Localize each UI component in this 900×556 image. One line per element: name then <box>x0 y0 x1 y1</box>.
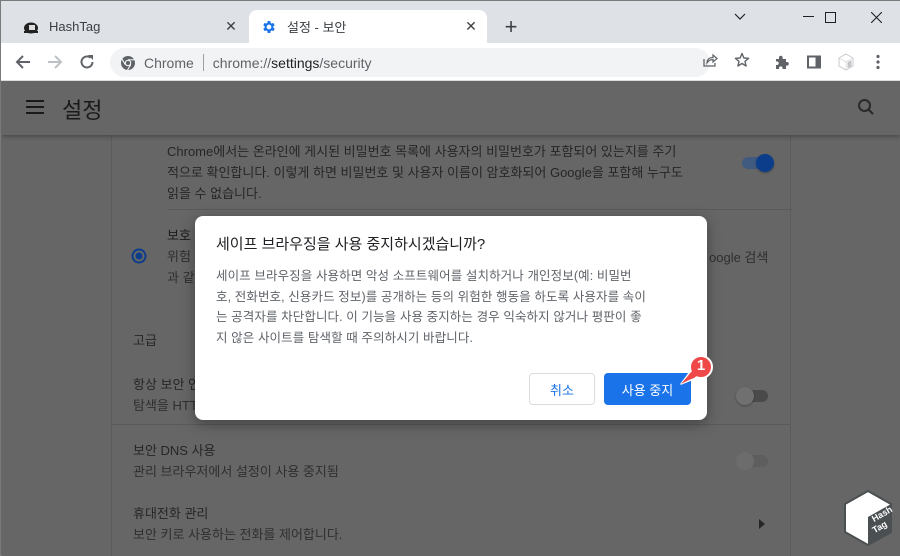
search-icon[interactable] <box>856 97 878 119</box>
url-text: chrome://settings/security <box>212 54 372 71</box>
bookmark-button[interactable] <box>730 48 754 72</box>
toggle-knob <box>736 452 754 470</box>
toggle-knob <box>736 387 754 405</box>
close-window-button[interactable] <box>853 1 899 33</box>
tab-settings-security[interactable]: 설정 - 보안 ✕ <box>249 10 487 43</box>
hamburger-menu-icon[interactable] <box>26 99 46 115</box>
settings-header: 설정 <box>2 81 900 135</box>
back-arrow-icon <box>15 55 30 69</box>
back-button[interactable] <box>9 48 37 76</box>
tab-search-button[interactable] <box>717 1 763 33</box>
dialog-body: 세이프 브라우징을 사용하면 악성 소프트웨어를 설치하거나 개인정보(예: 비… <box>216 269 646 345</box>
puzzle-icon <box>776 55 789 69</box>
chrome-logo-icon <box>121 55 135 70</box>
tab-strip: HashTag ✕ 설정 - 보안 ✕ + <box>1 1 900 43</box>
dialog-title: 세이프 브라우징을 사용 중지하시겠습니까? <box>216 236 486 253</box>
secure-dns-toggle[interactable] <box>736 452 768 470</box>
secure-dns-title: 보안 DNS 사용 <box>133 443 216 458</box>
reload-button[interactable] <box>73 48 101 76</box>
manage-phones-subtitle: 보안 키로 사용하는 전화를 제어합니다. <box>133 527 343 542</box>
advanced-section-heading: 고급 <box>133 333 157 348</box>
secure-dns-row: 보안 DNS 사용 관리 브라우저에서 설정이 사용 중지됨 <box>133 440 339 482</box>
password-check-description: Chrome에서는 온라인에 게시된 비밀번호 목록에 사용자의 비밀번호가 포… <box>167 144 683 201</box>
side-panel-icon <box>807 55 821 69</box>
tab-title: 설정 - 보안 <box>287 20 347 35</box>
password-check-toggle[interactable] <box>742 154 774 172</box>
cube-icon <box>838 53 854 71</box>
forward-arrow-icon <box>48 55 63 69</box>
manage-phones-row[interactable]: 휴대전화 관리 보안 키로 사용하는 전화를 제어합니다. <box>133 503 342 545</box>
tab-hashtag[interactable]: HashTag ✕ <box>11 10 247 43</box>
share-icon <box>703 53 718 67</box>
side-panel-button[interactable] <box>800 48 828 76</box>
toggle-knob <box>756 154 774 172</box>
profile-extension-button[interactable] <box>832 48 860 76</box>
standard-protection-option[interactable]: 보호 위험 과 같 <box>167 225 195 288</box>
page-title: 설정 <box>62 98 103 123</box>
hashtag-watermark-logo: Hash Tag <box>841 489 895 552</box>
close-tab-icon[interactable]: ✕ <box>461 17 481 37</box>
standard-protection-text-tail: oogle 검색 <box>709 250 769 265</box>
maximize-icon <box>824 11 836 23</box>
gear-icon <box>261 19 277 35</box>
address-bar[interactable]: Chrome chrome://settings/security <box>110 48 710 77</box>
always-https-toggle[interactable] <box>736 387 768 405</box>
share-button[interactable] <box>698 48 722 72</box>
step-callout-badge: 1 <box>677 354 713 393</box>
step-number: 1 <box>696 357 706 374</box>
browser-window: HashTag ✕ 설정 - 보안 ✕ + Chrome chrome://se… <box>0 0 900 556</box>
reload-icon <box>80 55 94 69</box>
toolbar: Chrome chrome://settings/security <box>1 43 900 81</box>
secure-dns-subtitle: 관리 브라우저에서 설정이 사용 중지됨 <box>133 464 339 479</box>
chevron-right-icon[interactable] <box>759 519 765 529</box>
kebab-menu-icon <box>876 54 880 70</box>
hashtag-favicon-icon <box>23 19 39 35</box>
disable-safe-browsing-dialog: 세이프 브라우징을 사용 중지하시겠습니까? 세이프 브라우징을 사용하면 악성… <box>195 216 707 420</box>
divider <box>167 209 792 210</box>
close-icon <box>870 11 882 23</box>
forward-button[interactable] <box>41 48 69 76</box>
extensions-button[interactable] <box>768 48 796 76</box>
cancel-button[interactable]: 취소 <box>529 373 595 405</box>
divider <box>112 424 790 425</box>
omnibox-separator <box>202 54 204 71</box>
close-tab-icon[interactable]: ✕ <box>221 17 241 37</box>
tab-title: HashTag <box>49 19 101 34</box>
star-icon <box>734 52 750 67</box>
new-tab-button[interactable]: + <box>499 14 523 39</box>
chevron-down-icon <box>734 13 746 20</box>
maximize-button[interactable] <box>807 1 853 33</box>
radio-selected-icon[interactable] <box>131 248 147 264</box>
site-chip: Chrome <box>144 54 194 71</box>
always-https-row[interactable]: 항상 보안 연 탐색을 HTT <box>133 374 200 416</box>
manage-phones-title: 휴대전화 관리 <box>133 506 209 521</box>
menu-button[interactable] <box>864 48 892 76</box>
